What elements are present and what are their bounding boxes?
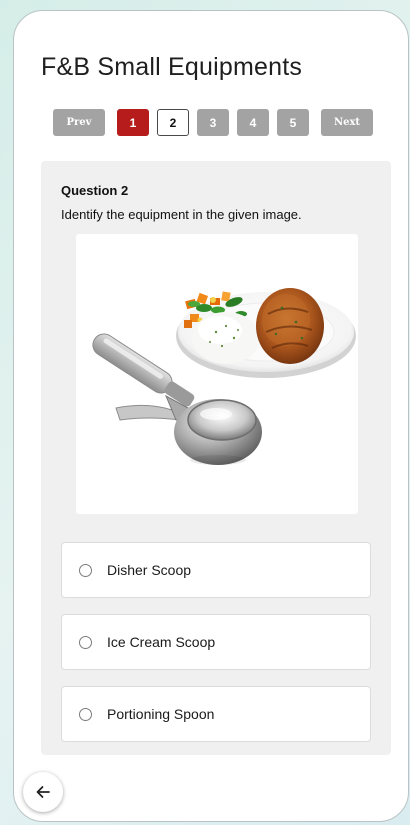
page-title: F&B Small Equipments: [41, 53, 303, 81]
app-screen: F&B Small Equipments Prev 1 2 3 4 5 Next…: [13, 10, 409, 822]
disher-scoop-photo: [92, 288, 356, 465]
option-ice-cream-scoop[interactable]: Ice Cream Scoop: [61, 614, 371, 670]
option-portioning-spoon[interactable]: Portioning Spoon: [61, 686, 371, 742]
back-button[interactable]: [23, 772, 63, 812]
option-label: Portioning Spoon: [107, 706, 215, 722]
radio-button[interactable]: [79, 563, 92, 577]
radio-button[interactable]: [79, 707, 92, 721]
question-pagination: Prev 1 2 3 4 5 Next: [53, 109, 373, 136]
option-label: Disher Scoop: [107, 562, 192, 578]
option-disher-scoop[interactable]: Disher Scoop: [61, 542, 371, 598]
page-2-button[interactable]: 2: [157, 109, 189, 136]
arrow-left-icon: [36, 786, 50, 798]
question-number: Question 2: [61, 183, 129, 198]
page-3-button[interactable]: 3: [197, 109, 229, 136]
page-1-button[interactable]: 1: [117, 109, 149, 136]
option-label: Ice Cream Scoop: [107, 634, 216, 650]
prev-button[interactable]: Prev: [53, 109, 105, 136]
radio-button[interactable]: [79, 635, 92, 649]
question-card: Question 2 Identify the equipment in the…: [41, 161, 391, 755]
question-image: [76, 234, 358, 514]
page-4-button[interactable]: 4: [237, 109, 269, 136]
question-text: Identify the equipment in the given imag…: [61, 207, 302, 222]
page-5-button[interactable]: 5: [277, 109, 309, 136]
next-button[interactable]: Next: [321, 109, 373, 136]
